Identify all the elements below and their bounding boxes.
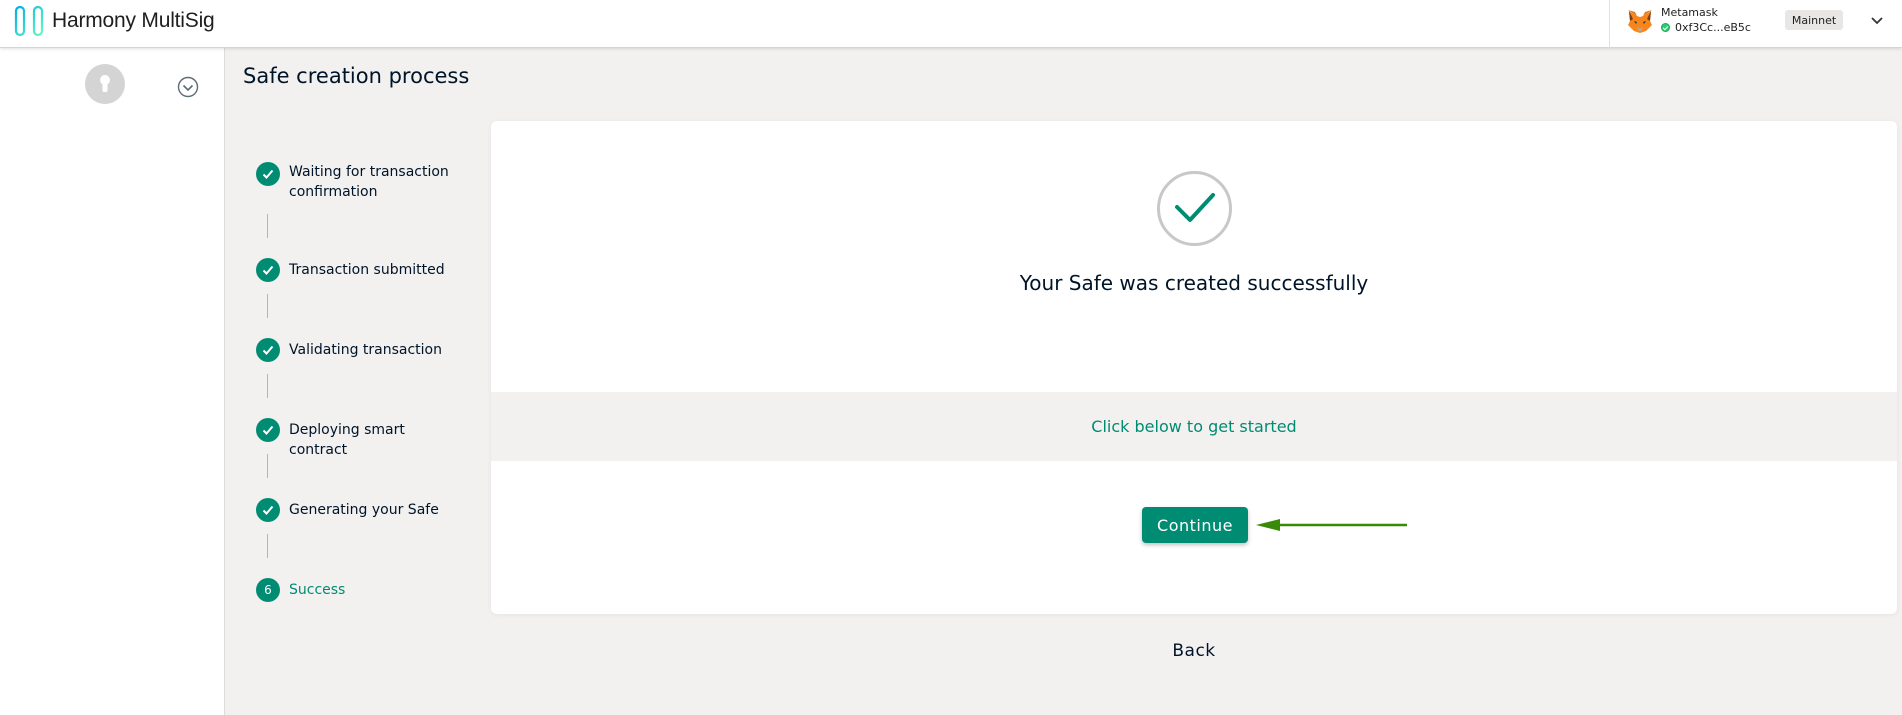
step-label: Validating transaction — [289, 342, 442, 358]
check-icon — [256, 258, 280, 282]
step-connector — [267, 374, 268, 398]
metamask-fox-icon — [1628, 10, 1652, 33]
step-number: 6 — [264, 583, 272, 597]
wallet-address: 0xf3Cc...eB5c — [1675, 21, 1751, 34]
hint-text: Click below to get started — [1091, 417, 1297, 436]
step-success: 6 Success — [256, 578, 459, 602]
check-icon — [256, 162, 280, 186]
step-number-badge: 6 — [256, 578, 280, 602]
wallet-address-row: 0xf3Cc...eB5c — [1661, 21, 1751, 34]
app-name: Harmony MultiSig — [52, 9, 215, 32]
step-waiting-confirmation: Waiting for transaction confirmation — [256, 162, 459, 202]
check-icon — [256, 338, 280, 362]
connected-status-icon — [1661, 23, 1670, 32]
step-label: Transaction submitted — [289, 262, 445, 278]
step-connector — [267, 454, 268, 478]
keyhole-icon — [100, 75, 110, 92]
hint-band: Click below to get started — [491, 392, 1897, 461]
step-label: Generating your Safe — [289, 502, 439, 518]
check-icon — [256, 498, 280, 522]
safe-avatar — [85, 64, 125, 104]
step-transaction-submitted: Transaction submitted — [256, 258, 459, 282]
page-title: Safe creation process — [243, 64, 470, 88]
app-logo[interactable]: Harmony MultiSig — [12, 4, 215, 38]
step-connector — [267, 534, 268, 558]
step-generating-safe: Generating your Safe — [256, 498, 459, 522]
check-icon — [256, 418, 280, 442]
step-connector — [267, 214, 268, 238]
annotation-arrow-icon — [1256, 519, 1407, 531]
success-message: Your Safe was created successfully — [1019, 271, 1369, 295]
step-connector — [267, 294, 268, 318]
step-label: Waiting for transaction confirmation — [289, 164, 449, 200]
step-label: Success — [289, 582, 346, 598]
top-bar: Harmony MultiSig Metamask 0xf3Cc...eB5c … — [0, 0, 1902, 48]
success-check-icon — [1157, 171, 1232, 246]
step-label: Deploying smart contract — [289, 422, 405, 458]
wallet-name: Metamask — [1661, 6, 1718, 19]
sidebar — [0, 48, 225, 715]
continue-button[interactable]: Continue — [1142, 507, 1248, 543]
step-validating-transaction: Validating transaction — [256, 338, 459, 362]
network-badge: Mainnet — [1785, 10, 1843, 30]
step-deploying-contract: Deploying smart contract — [256, 418, 459, 460]
harmony-logo-icon — [14, 5, 44, 37]
wallet-provider[interactable]: Metamask 0xf3Cc...eB5c Mainnet — [1609, 0, 1902, 48]
chevron-down-icon[interactable] — [1868, 12, 1886, 30]
success-card: Your Safe was created successfully Click… — [491, 121, 1897, 614]
back-button[interactable]: Back — [1144, 636, 1244, 666]
chevron-down-circle-icon[interactable] — [177, 76, 199, 98]
